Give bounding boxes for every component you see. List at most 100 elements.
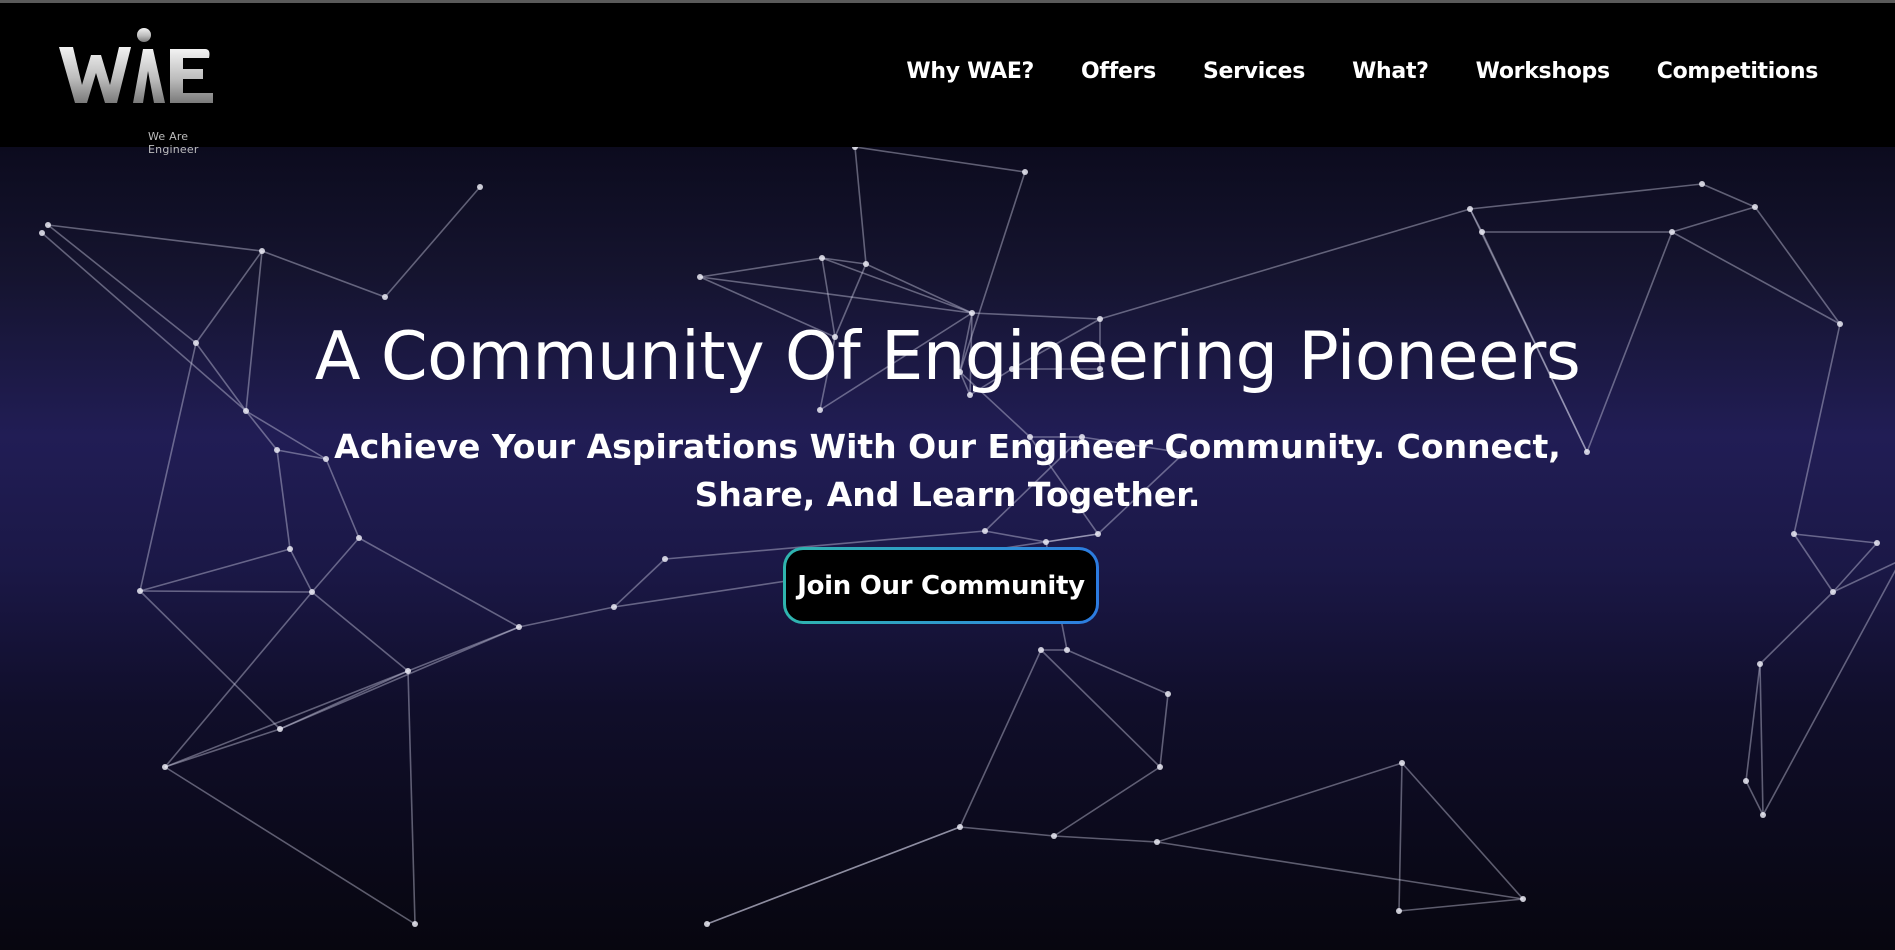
network-node [277, 726, 283, 732]
network-node [1757, 661, 1763, 667]
network-link [164, 670, 409, 768]
network-node [1157, 764, 1163, 770]
network-link [1398, 898, 1524, 912]
network-link [1156, 841, 1524, 900]
network-link [854, 147, 1026, 173]
network-node [243, 408, 249, 414]
network-link [1759, 591, 1834, 665]
network-node [516, 624, 522, 630]
nav-link-workshops[interactable]: Workshops [1476, 59, 1610, 84]
network-link [47, 224, 263, 252]
wae-logo-mark [59, 28, 213, 103]
network-link [1401, 762, 1524, 900]
network-node [863, 261, 869, 267]
network-link [1793, 533, 1834, 593]
network-link [959, 826, 1055, 837]
network-node [1752, 204, 1758, 210]
network-link [311, 591, 409, 672]
network-link [261, 250, 386, 298]
network-node [309, 589, 315, 595]
network-node [1043, 539, 1049, 545]
network-node [969, 310, 975, 316]
network-link [1469, 183, 1703, 210]
network-link [854, 147, 867, 265]
join-community-button[interactable]: Join Our Community [783, 547, 1099, 624]
nav-link-services[interactable]: Services [1203, 59, 1305, 84]
network-node [274, 447, 280, 453]
network-link [1053, 835, 1158, 843]
network-node [259, 248, 265, 254]
network-node [405, 668, 411, 674]
network-node [412, 921, 418, 927]
network-node [957, 824, 963, 830]
network-link [1762, 569, 1895, 816]
network-node [1467, 206, 1473, 212]
network-link [821, 257, 973, 314]
nav-link-offers[interactable]: Offers [1081, 59, 1156, 84]
network-node [819, 255, 825, 261]
network-node [1874, 540, 1880, 546]
network-link [407, 670, 416, 925]
hero-title: A Community Of Engineering Pioneers [314, 317, 1581, 395]
network-node [39, 230, 45, 236]
network-link [1053, 766, 1161, 837]
network-node [1743, 778, 1749, 784]
network-node [1154, 839, 1160, 845]
logo-tagline: We Are Engineer [148, 130, 199, 156]
network-node [1165, 691, 1171, 697]
network-link [1159, 693, 1169, 768]
network-node [137, 588, 143, 594]
network-link [1671, 231, 1841, 325]
network-node [1396, 908, 1402, 914]
network-node [1791, 531, 1797, 537]
network-node [1479, 229, 1485, 235]
network-link [706, 826, 961, 925]
network-node [1830, 589, 1836, 595]
network-node [162, 764, 168, 770]
network-node [477, 184, 483, 190]
network-link [518, 606, 615, 628]
network-link [1066, 649, 1169, 695]
network-link [164, 728, 281, 768]
hero-subtitle: Achieve Your Aspirations With Our Engine… [334, 427, 1561, 514]
network-node [356, 535, 362, 541]
nav-link-competitions[interactable]: Competitions [1657, 59, 1819, 84]
hero-section: A Community Of Engineering Pioneers Achi… [0, 147, 1895, 950]
network-node [45, 222, 51, 228]
network-link [1156, 762, 1403, 843]
page: We Are Engineer Why WAE? Offers Services… [0, 0, 1895, 950]
network-link [279, 626, 520, 730]
network-link [699, 257, 823, 278]
network-link [1832, 542, 1878, 593]
network-node [1669, 229, 1675, 235]
main-nav: Why WAE? Offers Services What? Workshops… [859, 59, 1818, 84]
network-link [384, 186, 481, 298]
network-link [276, 449, 291, 550]
network-node [704, 921, 710, 927]
network-link [139, 590, 313, 593]
network-link [358, 537, 520, 628]
network-node [1038, 647, 1044, 653]
top-rule [0, 0, 1895, 3]
network-node [287, 546, 293, 552]
nav-link-why-wae[interactable]: Why WAE? [906, 59, 1034, 84]
network-link [1040, 649, 1161, 768]
navbar: We Are Engineer Why WAE? Offers Services… [0, 3, 1895, 156]
network-node [1022, 169, 1028, 175]
network-link [311, 537, 360, 593]
network-link [1701, 183, 1756, 208]
network-link [1754, 206, 1841, 325]
network-node [662, 556, 668, 562]
network-node [817, 407, 823, 413]
network-node [1760, 812, 1766, 818]
network-link [139, 590, 281, 730]
network-node [382, 294, 388, 300]
network-node [697, 274, 703, 280]
brand-logo[interactable]: We Are Engineer [55, 25, 215, 156]
network-link [289, 548, 313, 593]
network-link [1671, 206, 1756, 233]
network-link [139, 548, 291, 592]
nav-link-what[interactable]: What? [1352, 59, 1429, 84]
network-link [164, 766, 416, 925]
network-link [1099, 208, 1471, 320]
